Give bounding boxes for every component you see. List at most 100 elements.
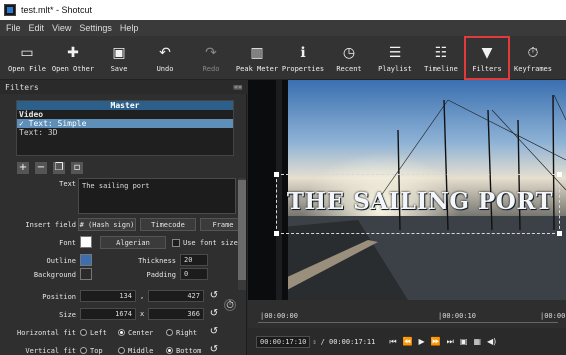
properties-scrollbar[interactable] <box>238 180 246 290</box>
folder-icon: ▭ <box>20 45 34 61</box>
hfit-right-radio[interactable] <box>166 329 173 336</box>
toggle-zoom-icon[interactable]: ▣ <box>460 337 468 346</box>
position-y-spinbox[interactable]: 427 <box>148 290 204 302</box>
peak-meter-button[interactable]: ▥ Peak Meter <box>234 36 280 80</box>
menu-file[interactable]: File <box>6 23 21 33</box>
vfit-middle-radio[interactable] <box>118 347 125 354</box>
resize-handle-bottom-left[interactable] <box>274 231 279 236</box>
redo-icon: ↷ <box>205 45 217 61</box>
funnel-icon: ▼ <box>481 45 493 61</box>
vfit-top-radio[interactable] <box>80 347 87 354</box>
shotcut-app-icon <box>4 4 16 16</box>
font-color-swatch[interactable] <box>80 236 92 248</box>
open-other-icon: ✚ <box>67 45 79 61</box>
use-font-size-checkbox[interactable] <box>172 239 180 247</box>
timeline-ruler[interactable]: |00:00:00 |00:00:10 |00:00 <box>248 300 566 328</box>
total-timecode: / 00:00:17:11 <box>320 337 376 346</box>
size-height-spinbox[interactable]: 366 <box>148 308 204 320</box>
hfit-center-radio[interactable] <box>118 329 125 336</box>
hfit-right-label: Right <box>176 329 198 337</box>
outline-color-swatch[interactable] <box>80 254 92 266</box>
copy-filter-button[interactable]: ❐ <box>53 162 65 174</box>
padding-spinbox[interactable]: 0 <box>180 268 208 280</box>
remove-filter-button[interactable]: − <box>35 162 47 174</box>
filter-item-text-3d[interactable]: Text: 3D <box>17 128 233 137</box>
reset-size-icon[interactable]: ↺ <box>208 308 220 320</box>
play-icon[interactable]: ▶ <box>419 337 425 346</box>
vertical-fit-label: Vertical fit <box>25 347 76 355</box>
open-other-button[interactable]: ✚ Open Other <box>50 36 96 80</box>
filter-list-master-header: Master <box>17 101 233 110</box>
ruler-tick-10: |00:00:10 <box>438 312 476 320</box>
size-width-spinbox[interactable]: 1674 <box>80 308 136 320</box>
volume-icon[interactable]: ◀) <box>487 337 496 346</box>
properties-button[interactable]: ℹ Properties <box>280 36 326 80</box>
text-input[interactable]: The sailing port <box>78 178 236 214</box>
reset-hfit-icon[interactable]: ↺ <box>208 326 220 338</box>
rewind-icon[interactable]: ⏪ <box>403 337 413 346</box>
add-filter-button[interactable]: + <box>17 162 29 174</box>
text-overlay: THE SAILING PORT <box>286 188 554 215</box>
undo-icon: ↶ <box>159 45 171 61</box>
undo-button[interactable]: ↶ Undo <box>142 36 188 80</box>
padding-label: Padding <box>146 271 176 279</box>
background-color-swatch[interactable] <box>80 268 92 280</box>
keyframes-button[interactable]: ⏱ Keyframes <box>510 36 556 80</box>
playlist-button[interactable]: ☰ Playlist <box>372 36 418 80</box>
menu-settings[interactable]: Settings <box>79 23 112 33</box>
ruler-line <box>258 322 558 323</box>
menu-bar: File Edit View Settings Help <box>0 20 566 36</box>
skip-start-icon[interactable]: ⏮ <box>389 337 396 347</box>
vfit-bottom-radio[interactable] <box>166 347 173 354</box>
outline-label: Outline <box>46 257 76 265</box>
hfit-center-label: Center <box>128 329 154 337</box>
ruler-tick-0: |00:00:00 <box>260 312 298 320</box>
resize-handle-top-left[interactable] <box>274 172 279 177</box>
current-timecode-input[interactable]: 00:00:17:10 <box>256 335 311 348</box>
menu-view[interactable]: View <box>52 23 71 33</box>
vfit-top-label: Top <box>90 347 103 355</box>
hfit-left-label: Left <box>90 329 107 337</box>
insert-hash-button[interactable]: # (Hash sign) <box>78 218 136 231</box>
skip-end-icon[interactable]: ⏭ <box>447 337 454 347</box>
open-file-button[interactable]: ▭ Open File <box>4 36 50 80</box>
filter-item-text-simple[interactable]: ✓ Text: Simple <box>17 119 233 128</box>
redo-button[interactable]: ↷ Redo <box>188 36 234 80</box>
recent-button[interactable]: ◷ Recent <box>326 36 372 80</box>
filters-panel-header: Filters ▣▣ <box>0 80 247 94</box>
use-font-size-label: Use font size <box>183 239 238 247</box>
grid-icon[interactable]: ▦ <box>473 337 481 346</box>
filters-button[interactable]: ▼ Filters <box>464 36 510 80</box>
save-button[interactable]: ▣ Save <box>96 36 142 80</box>
menu-help[interactable]: Help <box>120 23 139 33</box>
ruler-tick-end: |00:00 <box>540 312 566 320</box>
panel-float-close-icon[interactable]: ▣▣ <box>234 83 242 91</box>
list-icon: ☰ <box>388 45 402 61</box>
stopwatch-icon: ⏱ <box>527 45 539 61</box>
insert-timecode-button[interactable]: Timecode <box>140 218 196 231</box>
timeline-button[interactable]: ☷ Timeline <box>418 36 464 80</box>
vfit-bottom-label: Bottom <box>176 347 202 355</box>
menu-edit[interactable]: Edit <box>29 23 45 33</box>
thickness-spinbox[interactable]: 20 <box>180 254 208 266</box>
position-x-spinbox[interactable]: 134 <box>80 290 136 302</box>
deselect-filter-button[interactable]: ▫ <box>71 162 83 174</box>
info-icon: ℹ <box>300 45 306 61</box>
fast-forward-icon[interactable]: ⏩ <box>431 337 441 346</box>
resize-handle-bottom-right[interactable] <box>557 231 562 236</box>
hfit-left-radio[interactable] <box>80 329 87 336</box>
reset-position-icon[interactable]: ↺ <box>208 290 220 302</box>
reset-vfit-icon[interactable]: ↺ <box>208 344 220 355</box>
horizontal-fit-label: Horizontal fit <box>16 329 76 337</box>
transport-bar: 00:00:17:10 ⇕ / 00:00:17:11 ⏮ ⏪ ▶ ⏩ ⏭ ▣ … <box>248 328 566 355</box>
thickness-label: Thickness <box>138 257 176 265</box>
text-label: Text <box>59 180 76 188</box>
timecode-spinner-icon[interactable]: ⇕ <box>312 338 316 346</box>
resize-handle-top-right[interactable] <box>557 172 562 177</box>
properties-scrollbar-thumb[interactable] <box>238 180 246 280</box>
font-select-button[interactable]: Algerian <box>100 236 166 249</box>
keyframe-stopwatch-icon[interactable]: ⏱ <box>224 299 236 311</box>
video-viewer[interactable]: THE SAILING PORT <box>248 80 566 300</box>
main-toolbar: ▭ Open File ✚ Open Other ▣ Save ↶ Undo ↷… <box>0 36 566 80</box>
filter-list: Master Video ✓ Text: Simple Text: 3D <box>16 100 234 156</box>
